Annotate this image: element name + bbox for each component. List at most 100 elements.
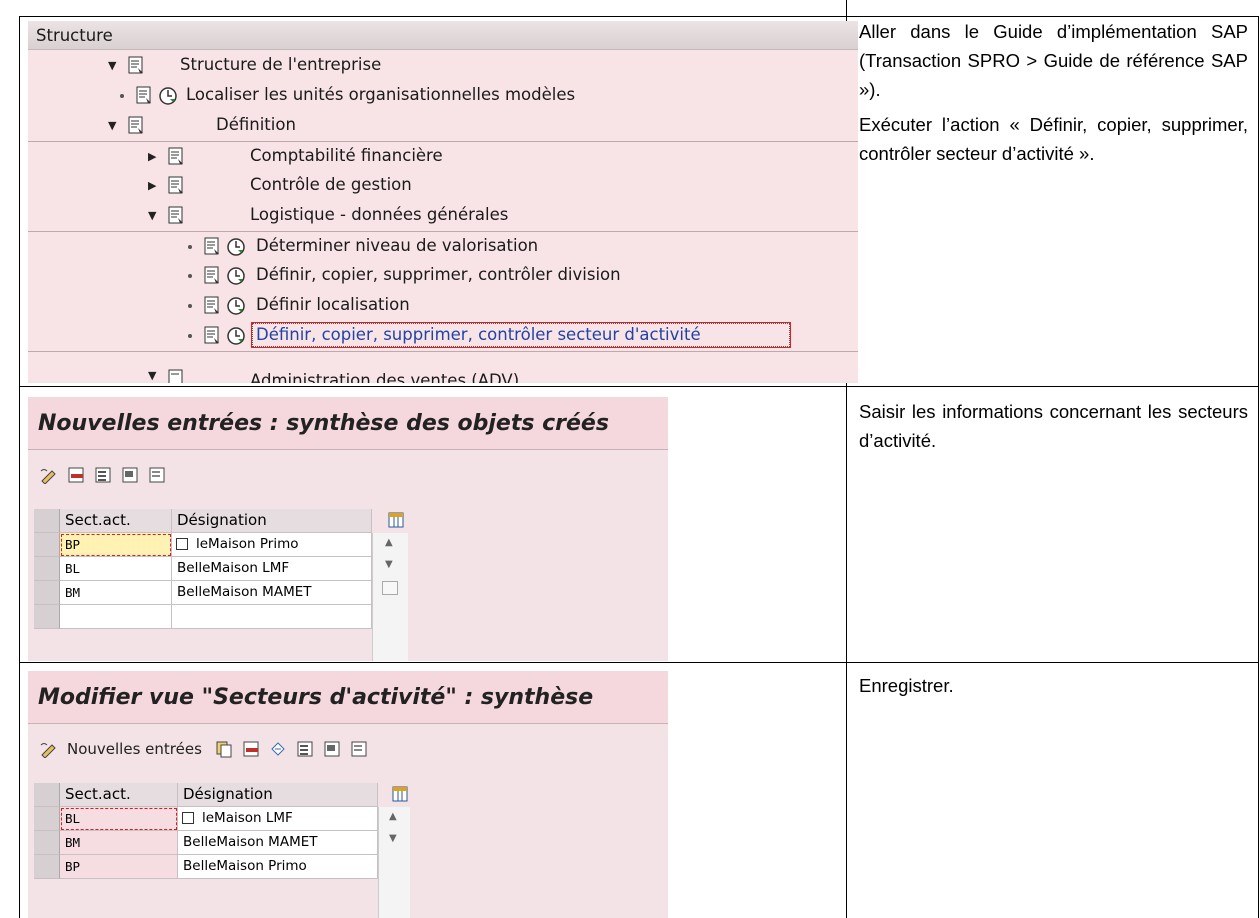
- sect-act-input[interactable]: [60, 605, 172, 629]
- column-header-designation[interactable]: Désignation: [172, 509, 372, 533]
- scroll-down-icon[interactable]: ▼: [389, 833, 397, 844]
- tree-label: Contrôle de gestion: [250, 175, 412, 194]
- copy-as-icon[interactable]: [215, 740, 233, 758]
- tree-node-structure-entreprise[interactable]: ▼ Structure de l'entreprise: [28, 51, 858, 81]
- instruction-paragraph: Enregistrer.: [859, 675, 954, 696]
- execute-clock-icon[interactable]: [226, 237, 246, 257]
- execute-clock-icon[interactable]: [226, 326, 246, 346]
- vertical-scrollbar[interactable]: ▲ ▼: [372, 533, 408, 661]
- row-selector[interactable]: [34, 855, 60, 879]
- sect-act-input[interactable]: BL: [60, 557, 172, 581]
- bullet-icon: [188, 274, 192, 278]
- tree-node-definir-secteur-activite[interactable]: Définir, copier, supprimer, contrôler se…: [28, 321, 858, 351]
- copy-icon: [176, 538, 188, 550]
- table-row-divider-2: [19, 662, 1259, 663]
- screen-title: Modifier vue "Secteurs d'activité" : syn…: [28, 671, 668, 724]
- document-icon: [168, 147, 183, 165]
- select-column-header[interactable]: [34, 783, 60, 807]
- delete-row-icon[interactable]: [67, 466, 85, 484]
- expand-right-icon[interactable]: ▶: [148, 150, 156, 163]
- select-block-icon[interactable]: [121, 466, 139, 484]
- row-selector[interactable]: [34, 557, 60, 581]
- execute-clock-icon[interactable]: [226, 296, 246, 316]
- sect-act-input[interactable]: BM: [60, 581, 172, 605]
- deselect-all-icon[interactable]: [148, 466, 166, 484]
- document-icon: [128, 116, 143, 134]
- edit-pencil-icon[interactable]: [40, 740, 58, 758]
- document-icon: [204, 296, 219, 314]
- tree-node-definir-division[interactable]: Définir, copier, supprimer, contrôler di…: [28, 261, 858, 291]
- expand-down-icon[interactable]: ▼: [108, 119, 116, 132]
- vertical-scrollbar[interactable]: ▲ ▼: [378, 807, 410, 918]
- document-icon: [204, 237, 219, 255]
- tree-node-localiser[interactable]: Localiser les unités organisationnelles …: [28, 81, 858, 111]
- tree-label: Logistique - données générales: [250, 205, 509, 224]
- select-all-icon[interactable]: [94, 466, 112, 484]
- tree-label: Définir, copier, supprimer, contrôler di…: [256, 265, 621, 284]
- tree-node-comptabilite[interactable]: ▶ Comptabilité financière: [28, 141, 858, 171]
- sect-act-input[interactable]: BL: [60, 807, 178, 831]
- sect-act-input[interactable]: BP: [60, 533, 172, 557]
- column-header-designation[interactable]: Désignation: [178, 783, 378, 807]
- expand-right-icon[interactable]: ▶: [148, 179, 156, 192]
- bullet-icon: [188, 334, 192, 338]
- sect-act-input[interactable]: BP: [60, 855, 178, 879]
- execute-clock-icon[interactable]: [158, 86, 178, 106]
- deselect-all-icon[interactable]: [350, 740, 368, 758]
- new-entries-button[interactable]: Nouvelles entrées: [67, 740, 202, 758]
- tree-label: Définir localisation: [256, 295, 410, 314]
- tree-label: Définition: [216, 115, 296, 134]
- table-settings-icon[interactable]: [388, 512, 404, 528]
- scroll-down-icon[interactable]: ▼: [385, 559, 393, 570]
- select-block-icon[interactable]: [323, 740, 341, 758]
- row-selector[interactable]: [34, 533, 60, 557]
- undo-change-icon[interactable]: [269, 740, 287, 758]
- designation-value: leMaison LMF: [202, 810, 293, 826]
- document-icon: [204, 266, 219, 284]
- execute-clock-icon[interactable]: [226, 266, 246, 286]
- sect-act-input[interactable]: BM: [60, 831, 178, 855]
- tree-node-administration-ventes[interactable]: ▼ Administration des ventes (ADV): [28, 351, 858, 383]
- table-border-left: [19, 16, 20, 918]
- expand-down-icon[interactable]: ▼: [108, 59, 116, 72]
- designation-input[interactable]: BelleMaison LMF: [172, 557, 372, 581]
- column-header-sect-act[interactable]: Sect.act.: [60, 509, 172, 533]
- scroll-thumb[interactable]: [382, 581, 398, 595]
- tree-node-definition[interactable]: ▼ Définition: [28, 111, 858, 141]
- designation-input[interactable]: leMaison LMF: [178, 807, 378, 831]
- instruction-step-2: Saisir les informations concernant les s…: [859, 397, 1248, 461]
- column-header-sect-act[interactable]: Sect.act.: [60, 783, 178, 807]
- designation-input[interactable]: BelleMaison MAMET: [178, 831, 378, 855]
- scroll-up-icon[interactable]: ▲: [385, 537, 393, 548]
- sap-img-structure-tree: Structure ▼ Structure de l'entreprise Lo…: [28, 21, 858, 383]
- select-column-header[interactable]: [34, 509, 60, 533]
- instruction-step-1: Aller dans le Guide d’implémentation SAP…: [859, 17, 1248, 174]
- row-selector[interactable]: [34, 605, 60, 629]
- select-all-icon[interactable]: [296, 740, 314, 758]
- row-selector[interactable]: [34, 831, 60, 855]
- expand-down-icon[interactable]: ▼: [148, 369, 156, 382]
- tree-label-link[interactable]: Définir, copier, supprimer, contrôler se…: [256, 325, 701, 344]
- tree-label: Localiser les unités organisationnelles …: [186, 85, 576, 104]
- tree-node-definir-localisation[interactable]: Définir localisation: [28, 291, 858, 321]
- designation-input[interactable]: BelleMaison MAMET: [172, 581, 372, 605]
- designation-value: leMaison Primo: [196, 536, 299, 552]
- row-selector[interactable]: [34, 807, 60, 831]
- tree-node-controle-gestion[interactable]: ▶ Contrôle de gestion: [28, 171, 858, 201]
- table-settings-icon[interactable]: [392, 786, 408, 802]
- tree-node-niveau-valorisation[interactable]: Déterminer niveau de valorisation: [28, 231, 858, 261]
- row-selector[interactable]: [34, 581, 60, 605]
- instruction-paragraph: Exécuter l’action « Définir, copier, sup…: [859, 114, 1248, 164]
- document-icon: [168, 369, 183, 383]
- designation-input[interactable]: leMaison Primo: [172, 533, 372, 557]
- tree-label: Déterminer niveau de valorisation: [256, 236, 539, 255]
- tree-node-logistique[interactable]: ▼ Logistique - données générales: [28, 201, 858, 231]
- scroll-up-icon[interactable]: ▲: [389, 811, 397, 822]
- expand-down-icon[interactable]: ▼: [148, 209, 156, 222]
- delete-row-icon[interactable]: [242, 740, 260, 758]
- edit-pencil-icon[interactable]: [40, 466, 58, 484]
- designation-input[interactable]: [172, 605, 372, 629]
- instruction-paragraph: Saisir les informations concernant les s…: [859, 401, 1248, 451]
- designation-input[interactable]: BelleMaison Primo: [178, 855, 378, 879]
- table-row-divider-1: [19, 386, 1259, 387]
